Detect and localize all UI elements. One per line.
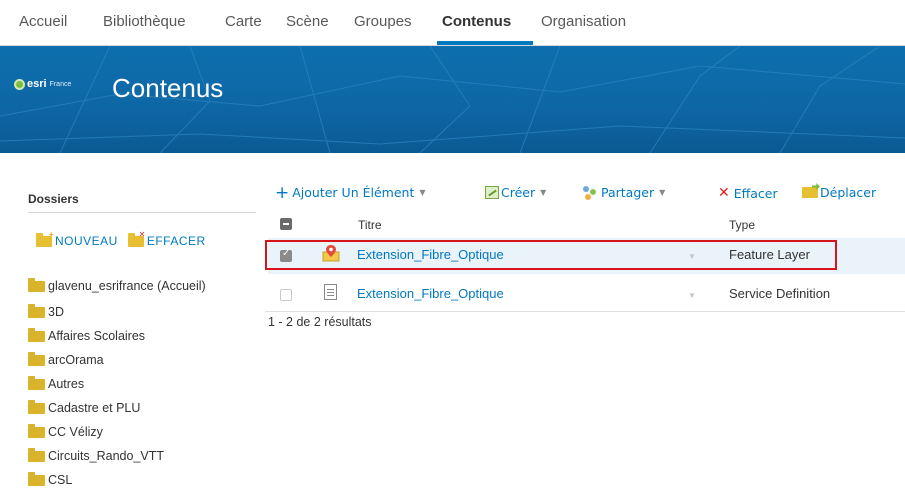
folder-actions: + NOUVEAU ✕ EFFACER (36, 230, 216, 248)
create-label: Créer (501, 185, 536, 200)
tab-carte[interactable]: Carte (225, 13, 262, 30)
logo-france-text: France (49, 80, 72, 88)
tab-organisation[interactable]: Organisation (541, 13, 626, 30)
new-folder-label: NOUVEAU (55, 234, 118, 248)
move-button[interactable]: Déplacer (802, 185, 876, 200)
page-title: Contenus (112, 73, 224, 103)
tab-scene[interactable]: Scène (286, 13, 329, 30)
table-row[interactable]: Extension_Fibre_Optique ▼ Service Defini… (268, 276, 905, 312)
folder-item[interactable]: 3D (28, 302, 64, 322)
folder-item[interactable]: Autres (28, 374, 84, 394)
delete-folder-icon: ✕ (127, 230, 145, 247)
column-header-type[interactable]: Type (729, 218, 755, 232)
page-banner: esri France Contenus (0, 46, 905, 153)
chevron-down-icon: ▼ (419, 188, 426, 197)
folder-item[interactable]: Circuits_Rando_VTT (28, 446, 164, 466)
folder-label: glavenu_esrifrance (Accueil) (48, 279, 206, 293)
table-header: Titre Type (268, 214, 905, 236)
add-item-button[interactable]: + Ajouter Un Élément ▼ (275, 182, 426, 203)
logo-esri-text: esri (27, 78, 47, 90)
tab-groupes[interactable]: Groupes (354, 13, 412, 30)
document-icon (324, 284, 337, 300)
delete-label: Effacer (733, 185, 778, 201)
add-item-label: Ajouter Un Élément (292, 185, 415, 200)
tab-contenus[interactable]: Contenus (442, 13, 511, 30)
share-label: Partager (601, 185, 655, 200)
results-divider (265, 311, 905, 312)
folders-heading: Dossiers (28, 192, 79, 206)
chevron-down-icon[interactable]: ▼ (688, 291, 696, 300)
folder-icon (28, 303, 45, 318)
delete-folder-label: EFFACER (146, 234, 206, 248)
folder-icon (28, 277, 45, 292)
delete-folder-button[interactable]: ✕ EFFACER (127, 230, 206, 248)
folder-icon (28, 471, 45, 486)
active-tab-indicator (437, 41, 533, 45)
new-folder-button[interactable]: + NOUVEAU (36, 230, 118, 248)
tab-accueil[interactable]: Accueil (19, 13, 67, 30)
folder-label: CSL (48, 473, 73, 487)
create-icon (485, 186, 499, 199)
top-navigation: Accueil Bibliothèque Carte Scène Groupes… (0, 0, 905, 46)
item-type: Service Definition (729, 286, 831, 301)
folder-label: Cadastre et PLU (48, 401, 141, 415)
folder-label: 3D (48, 305, 64, 319)
folder-icon (28, 351, 45, 366)
folder-item[interactable]: CSL (28, 470, 72, 490)
move-folder-icon (802, 187, 818, 198)
delete-button[interactable]: ✕ Effacer (718, 185, 778, 201)
folder-item[interactable]: glavenu_esrifrance (Accueil) (28, 276, 206, 296)
folder-label: CC Vélizy (48, 425, 103, 439)
folder-icon (28, 423, 45, 438)
share-button[interactable]: Partager ▼ (583, 185, 665, 200)
select-all-checkbox[interactable] (280, 218, 292, 230)
folder-item[interactable]: Affaires Scolaires (28, 326, 145, 346)
folder-label: Affaires Scolaires (48, 329, 146, 343)
selection-highlight (265, 240, 837, 270)
share-icon (583, 185, 597, 200)
folder-label: arcOrama (48, 353, 104, 367)
folders-divider (28, 212, 256, 213)
plus-icon: + (275, 182, 290, 203)
folder-icon (28, 399, 45, 414)
folder-label: Circuits_Rando_VTT (48, 449, 165, 463)
folder-icon (28, 375, 45, 390)
esri-globe-icon (14, 78, 25, 90)
delete-x-icon: ✕ (718, 185, 730, 201)
chevron-down-icon: ▼ (659, 188, 666, 197)
tab-bibliotheque[interactable]: Bibliothèque (103, 13, 186, 30)
folder-item[interactable]: arcOrama (28, 350, 104, 370)
create-button[interactable]: Créer ▼ (485, 185, 546, 200)
folder-icon (28, 447, 45, 462)
folder-icon (28, 327, 45, 342)
folder-item[interactable]: Cadastre et PLU (28, 398, 140, 418)
item-title-link[interactable]: Extension_Fibre_Optique (357, 286, 504, 301)
chevron-down-icon: ▼ (540, 188, 547, 197)
folder-item[interactable]: CC Vélizy (28, 422, 103, 442)
new-folder-icon: + (36, 230, 53, 247)
move-label: Déplacer (820, 185, 877, 200)
folder-label: Autres (48, 377, 85, 391)
results-count: 1 - 2 de 2 résultats (268, 315, 372, 329)
row-checkbox[interactable] (280, 289, 292, 301)
column-header-title[interactable]: Titre (358, 218, 382, 232)
esri-france-logo: esri France (14, 78, 79, 90)
